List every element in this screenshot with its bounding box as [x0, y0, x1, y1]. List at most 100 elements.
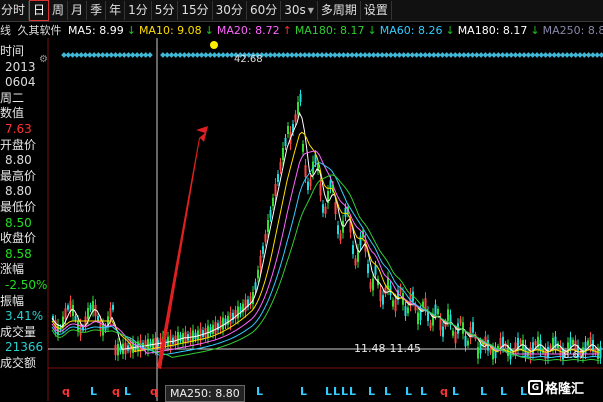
ma-line-1	[51, 131, 600, 353]
candle-body	[404, 306, 407, 316]
ma-line-0	[51, 111, 600, 352]
signal-marker: L	[452, 385, 459, 398]
multi-period-button[interactable]: 多周期	[318, 1, 361, 20]
candle-body	[302, 144, 304, 152]
candle-body	[369, 282, 372, 289]
candle-body	[324, 206, 327, 215]
candle-body	[287, 126, 289, 134]
amount-label: 成交额	[0, 355, 37, 370]
candle-body	[204, 328, 207, 338]
kline-chart[interactable]: 42.68 qLqLqLLLLLLLLLLqLLLL	[0, 38, 603, 401]
tab-5min[interactable]: 5分	[152, 1, 179, 20]
tab-15min[interactable]: 15分	[178, 1, 213, 20]
candle-body	[439, 318, 442, 331]
candle-body	[202, 330, 204, 337]
signal-marker: q	[150, 385, 158, 398]
candle-body	[309, 178, 312, 187]
ma250-tag: MA250: 8.80	[165, 385, 245, 402]
logo-text: 格隆汇	[545, 382, 585, 397]
candle-body	[64, 308, 67, 320]
ma-item-0: MA5: 8.99	[68, 24, 124, 37]
ma-line-4	[51, 174, 600, 362]
candle-body	[419, 310, 422, 321]
signal-marker: L	[384, 385, 391, 398]
candle-body	[359, 236, 362, 246]
candle-body	[464, 335, 467, 347]
candle-body	[267, 220, 269, 232]
candle-body	[354, 258, 357, 266]
ma-item-6: MA250: 8.80	[542, 24, 603, 37]
candle-body	[259, 256, 262, 268]
candle-body	[212, 324, 214, 334]
candle-body	[334, 202, 337, 215]
tab-30min[interactable]: 30分	[213, 1, 247, 20]
tab-1min[interactable]: 1分	[125, 1, 152, 20]
candle-body	[382, 295, 384, 305]
candle-body	[352, 245, 354, 255]
ma-item-4: MA60: 8.26	[379, 24, 443, 37]
candle-body	[229, 312, 232, 325]
candle-body	[367, 264, 369, 274]
candle-body	[282, 148, 284, 160]
candle-body	[429, 322, 432, 329]
tab-60min[interactable]: 60分	[247, 1, 282, 20]
ma-line-3	[51, 162, 600, 359]
candle-body	[237, 306, 239, 319]
candle-body	[344, 207, 347, 217]
candle-body	[244, 299, 247, 312]
signal-marker: L	[405, 385, 412, 398]
signal-marker: q	[62, 385, 70, 398]
candle-body	[114, 344, 117, 356]
signal-diamond	[598, 52, 603, 58]
low-label: 最低价	[0, 199, 37, 214]
candle-body	[277, 174, 279, 182]
weekday: 周二	[0, 90, 25, 105]
signal-marker: L	[333, 385, 340, 398]
candle-body	[462, 322, 464, 334]
candle-body	[304, 165, 307, 178]
tab-quarterly[interactable]: 季	[87, 1, 107, 20]
period-toolbar: 分时 日 周 月 季 年 1分 5分 15分 30分 60分 30s ▼ 多周期…	[0, 0, 603, 22]
close-label: 收盘价	[0, 231, 37, 246]
gear-icon[interactable]: ⚙	[39, 54, 49, 65]
period-select[interactable]: 30s ▼	[281, 1, 318, 20]
arrow-down-icon: ↓	[445, 24, 455, 37]
candle-body	[472, 322, 474, 333]
candle-body	[392, 300, 394, 307]
candle-body	[274, 184, 277, 196]
tab-intraday[interactable]: 分时	[0, 1, 30, 20]
arrow-down-icon: ↓	[367, 24, 377, 37]
signal-marker: L	[325, 385, 332, 398]
candle-body	[394, 299, 397, 312]
candle-body	[87, 307, 89, 320]
candle-body	[109, 307, 112, 320]
tab-monthly[interactable]: 月	[68, 1, 88, 20]
tab-daily[interactable]: 日	[29, 0, 50, 21]
candle-body	[339, 233, 342, 241]
candle-body	[374, 265, 377, 275]
candle-body	[372, 278, 374, 291]
arrow-up-icon: ↑	[282, 24, 292, 37]
candle-body	[587, 340, 589, 346]
settings-button[interactable]: 设置	[361, 1, 392, 20]
signal-marker: q	[112, 385, 120, 398]
candle-body	[112, 304, 114, 310]
signal-marker: L	[124, 385, 131, 398]
peak-label: 42.68	[234, 54, 263, 65]
volume-value: 21366	[5, 340, 44, 355]
peak-marker	[210, 41, 218, 49]
tab-weekly[interactable]: 周	[49, 1, 69, 20]
high-value: 8.80	[5, 184, 32, 199]
period-select-value: 30s	[284, 3, 306, 17]
candle-body	[529, 347, 532, 359]
value-label: 数值	[0, 106, 25, 121]
ma-item-5: MA180: 8.17	[457, 24, 528, 37]
candle-body	[199, 328, 202, 341]
tab-yearly[interactable]: 年	[106, 1, 126, 20]
candle-body	[477, 347, 479, 359]
open-label: 开盘价	[0, 137, 37, 152]
ma-item-2: MA20: 8.72	[216, 24, 280, 37]
signal-marker: q	[440, 385, 448, 398]
candle-body	[452, 330, 454, 336]
candle-body	[337, 225, 339, 235]
